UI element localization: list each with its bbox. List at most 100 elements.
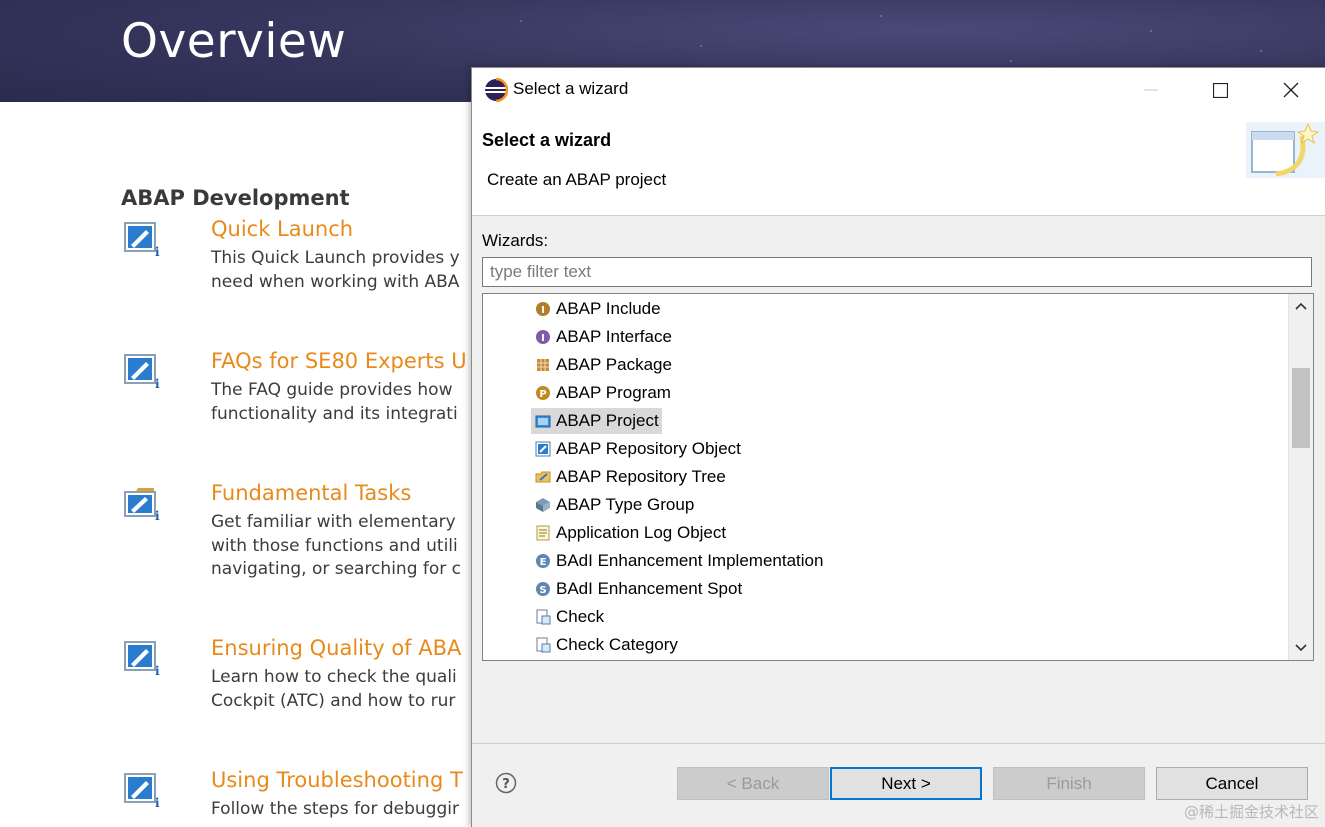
info-page-icon: i (124, 773, 160, 808)
next-button[interactable]: Next > (830, 767, 982, 800)
tree-item-selected[interactable]: ABAP Project (531, 408, 662, 434)
filter-input[interactable] (482, 257, 1312, 287)
svg-text:i: i (155, 796, 160, 808)
overview-title: Overview (121, 14, 347, 69)
troubleshooting-description: Follow the steps for debuggir (211, 798, 459, 822)
description-line: navigating, or searching for c (211, 559, 462, 579)
abap-project-icon (535, 415, 551, 428)
abap-type-group-icon (536, 498, 550, 512)
faqs-description: The FAQ guide provides how functionality… (211, 379, 458, 426)
chevron-down-icon (1295, 644, 1307, 652)
svg-text:i: i (155, 245, 160, 257)
tree-item-label: Check (556, 607, 605, 626)
button-bar-separator (472, 743, 1325, 744)
tree-item[interactable]: Application Log Object (531, 520, 729, 546)
tree-item-label: ABAP Project (556, 411, 659, 430)
svg-text:i: i (155, 377, 160, 389)
info-page-icon: i (124, 354, 160, 389)
maximize-button[interactable] (1197, 68, 1243, 112)
description-line: need when working with ABA (211, 271, 460, 292)
abap-repository-tree-icon (535, 471, 551, 483)
svg-text:S: S (539, 585, 546, 596)
abap-repository-object-icon (535, 441, 551, 457)
tree-item[interactable]: I ABAP Include (531, 296, 664, 322)
abap-include-icon: I (536, 302, 550, 316)
tree-item[interactable]: Check Category (531, 632, 681, 658)
tree-item-label: ABAP Type Group (556, 495, 695, 514)
close-button[interactable] (1268, 68, 1314, 112)
cancel-button[interactable]: Cancel (1156, 767, 1308, 800)
svg-text:?: ? (502, 777, 510, 792)
tree-item-label: ABAP Include (556, 299, 661, 318)
watermark-text: @稀土掘金技术社区 (1183, 803, 1319, 821)
minimize-button[interactable] (1128, 68, 1174, 112)
wizard-header-title: Select a wizard (482, 130, 612, 150)
fundamental-tasks-description: Get familiar with elementary with those … (211, 511, 461, 582)
tree-item-label: BAdI Enhancement Spot (556, 579, 743, 598)
select-wizard-dialog: Select a wizard Select a wizard Create a… (471, 67, 1325, 827)
tree-item[interactable]: ABAP Package (531, 352, 675, 378)
wizard-banner-icon (1246, 122, 1325, 178)
svg-text:i: i (155, 664, 160, 676)
description-line: Cockpit (ATC) and how to rur (211, 690, 456, 711)
section-title: ABAP Development (121, 186, 350, 210)
check-category-icon (536, 637, 551, 653)
tree-item[interactable]: ABAP Repository Tree (531, 464, 729, 490)
wizard-header-description: Create an ABAP project (487, 170, 667, 189)
tree-item-label: ABAP Repository Object (556, 439, 741, 458)
tree-item-label: Application Log Object (556, 523, 727, 542)
maximize-icon (1212, 82, 1228, 98)
eclipse-icon (485, 78, 508, 102)
fundamental-tasks-link[interactable]: Fundamental Tasks (211, 481, 411, 505)
abap-program-icon: P (536, 386, 550, 400)
dialog-titlebar[interactable]: Select a wizard (472, 68, 1325, 112)
tree-item[interactable]: I ABAP Interface (531, 324, 675, 350)
tree-item[interactable]: E BAdI Enhancement Implementation (531, 548, 826, 574)
tree-item-label: ABAP Interface (556, 327, 672, 346)
svg-text:I: I (541, 333, 545, 344)
info-page-icon: i (124, 222, 160, 257)
description-line: with those functions and utili (211, 535, 458, 556)
ensuring-quality-link[interactable]: Ensuring Quality of ABA (211, 636, 461, 660)
wizard-header: Select a wizard Create an ABAP project (472, 112, 1325, 216)
description-line: Learn how to check the quali (211, 667, 457, 687)
scroll-down-button[interactable] (1289, 636, 1313, 660)
badi-spot-icon: S (536, 582, 550, 596)
help-icon[interactable]: ? (495, 772, 517, 794)
wizards-label: Wizards: (482, 231, 549, 250)
description-line: This Quick Launch provides y (211, 248, 460, 268)
tree-item[interactable]: Check (531, 604, 607, 630)
tree-item-label: BAdI Enhancement Implementation (556, 551, 824, 570)
description-line: The FAQ guide provides how (211, 380, 453, 400)
badi-implementation-icon: E (536, 554, 550, 568)
svg-text:P: P (539, 389, 546, 400)
svg-text:E: E (540, 557, 547, 568)
tree-item[interactable]: ABAP Type Group (531, 492, 697, 518)
description-line: functionality and its integrati (211, 403, 458, 424)
window-title: Select a wizard (513, 79, 629, 98)
faqs-link[interactable]: FAQs for SE80 Experts U (211, 349, 467, 373)
application-log-object-icon (536, 525, 550, 541)
tree-item-label: Check Category (556, 635, 678, 654)
scroll-up-button[interactable] (1289, 294, 1313, 318)
tasks-folder-icon: i (124, 488, 160, 521)
tree-item[interactable]: S BAdI Enhancement Spot (531, 576, 745, 602)
back-button[interactable]: < Back (677, 767, 829, 800)
tree-item[interactable]: ABAP Repository Object (531, 436, 744, 462)
troubleshooting-link[interactable]: Using Troubleshooting T (211, 768, 463, 792)
description-line: Follow the steps for debuggir (211, 799, 459, 819)
quick-launch-link[interactable]: Quick Launch (211, 217, 353, 241)
tree-item-label: ABAP Repository Tree (556, 467, 726, 486)
tree-item[interactable]: P ABAP Program (531, 380, 674, 406)
svg-text:i: i (155, 509, 160, 521)
tree-scrollbar[interactable] (1288, 294, 1313, 660)
scroll-thumb[interactable] (1292, 368, 1310, 448)
quick-launch-description: This Quick Launch provides y need when w… (211, 247, 460, 294)
abap-interface-icon: I (536, 330, 550, 344)
finish-button[interactable]: Finish (993, 767, 1145, 800)
minimize-icon (1144, 89, 1158, 91)
wizard-tree[interactable]: I ABAP Include I ABAP Interface ABAP Pac… (482, 293, 1314, 661)
ensuring-quality-description: Learn how to check the quali Cockpit (AT… (211, 666, 457, 713)
tree-item-label: ABAP Program (556, 383, 671, 402)
tree-item-label: ABAP Package (556, 355, 672, 374)
